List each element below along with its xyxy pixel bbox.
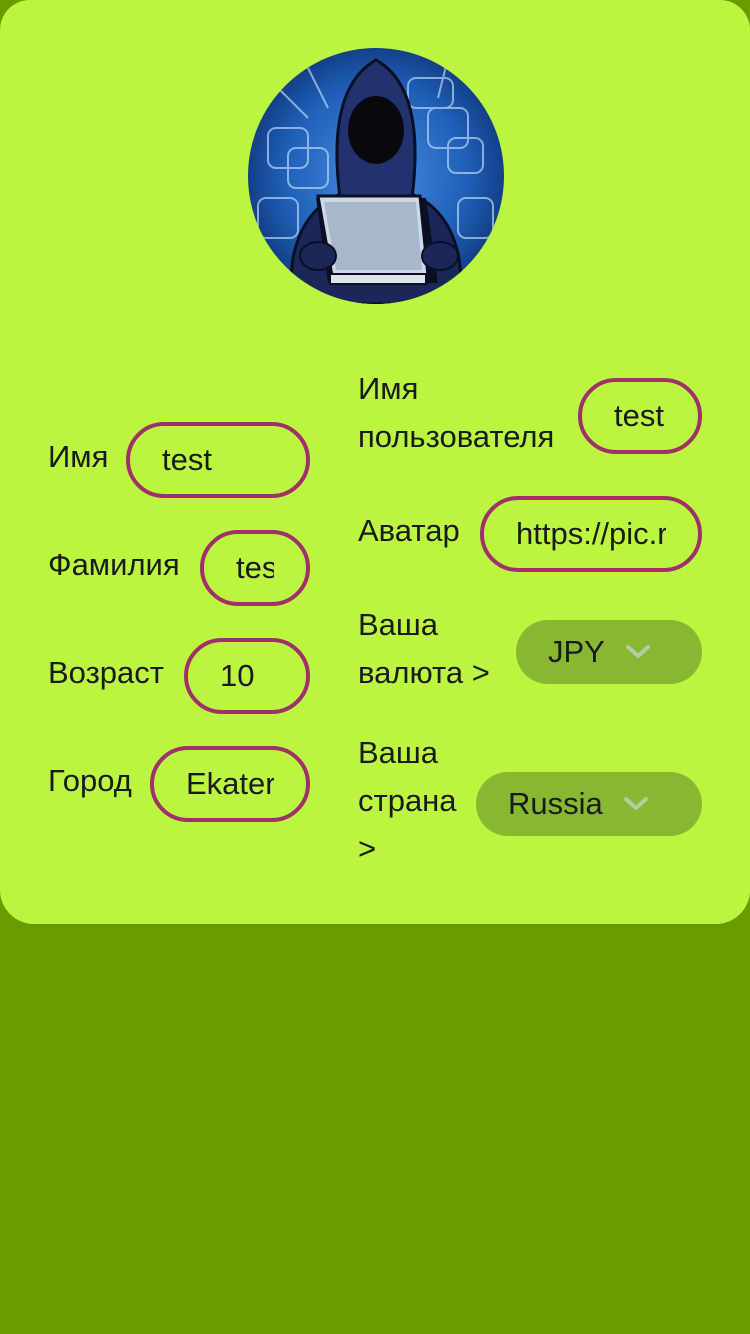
first-name-label: Имя: [48, 439, 109, 474]
username-label-line1: Имя: [358, 371, 419, 406]
first-name-input[interactable]: [126, 422, 310, 498]
age-input[interactable]: [184, 638, 310, 714]
avatar-url-label: Аватар: [358, 513, 460, 548]
country-label-line3: >: [358, 831, 377, 866]
country-select[interactable]: Russia: [476, 772, 702, 836]
city-label: Город: [48, 763, 132, 798]
currency-label-line1: Ваша: [358, 607, 439, 642]
currency-selected-value: JPY: [548, 634, 605, 669]
avatar: [248, 48, 504, 304]
chevron-down-icon: [623, 797, 648, 810]
username-label-line2: пользователя: [358, 419, 555, 454]
age-label: Возраст: [48, 655, 164, 690]
last-name-input[interactable]: [200, 530, 310, 606]
country-label-line1: Ваша: [358, 735, 439, 770]
currency-select[interactable]: JPY: [516, 620, 702, 684]
avatar-url-input[interactable]: [480, 496, 702, 572]
currency-label-line2: валюта >: [358, 655, 490, 690]
country-label-line2: страна: [358, 783, 457, 818]
country-selected-value: Russia: [508, 786, 603, 821]
chevron-down-icon: [625, 645, 650, 658]
hooded-hacker-avatar-icon: [248, 48, 504, 304]
username-input[interactable]: [578, 378, 702, 454]
last-name-label: Фамилия: [48, 547, 180, 582]
profile-card: Имя Фамилия Возраст Город Имя пользовате…: [0, 0, 750, 924]
city-input[interactable]: [150, 746, 310, 822]
